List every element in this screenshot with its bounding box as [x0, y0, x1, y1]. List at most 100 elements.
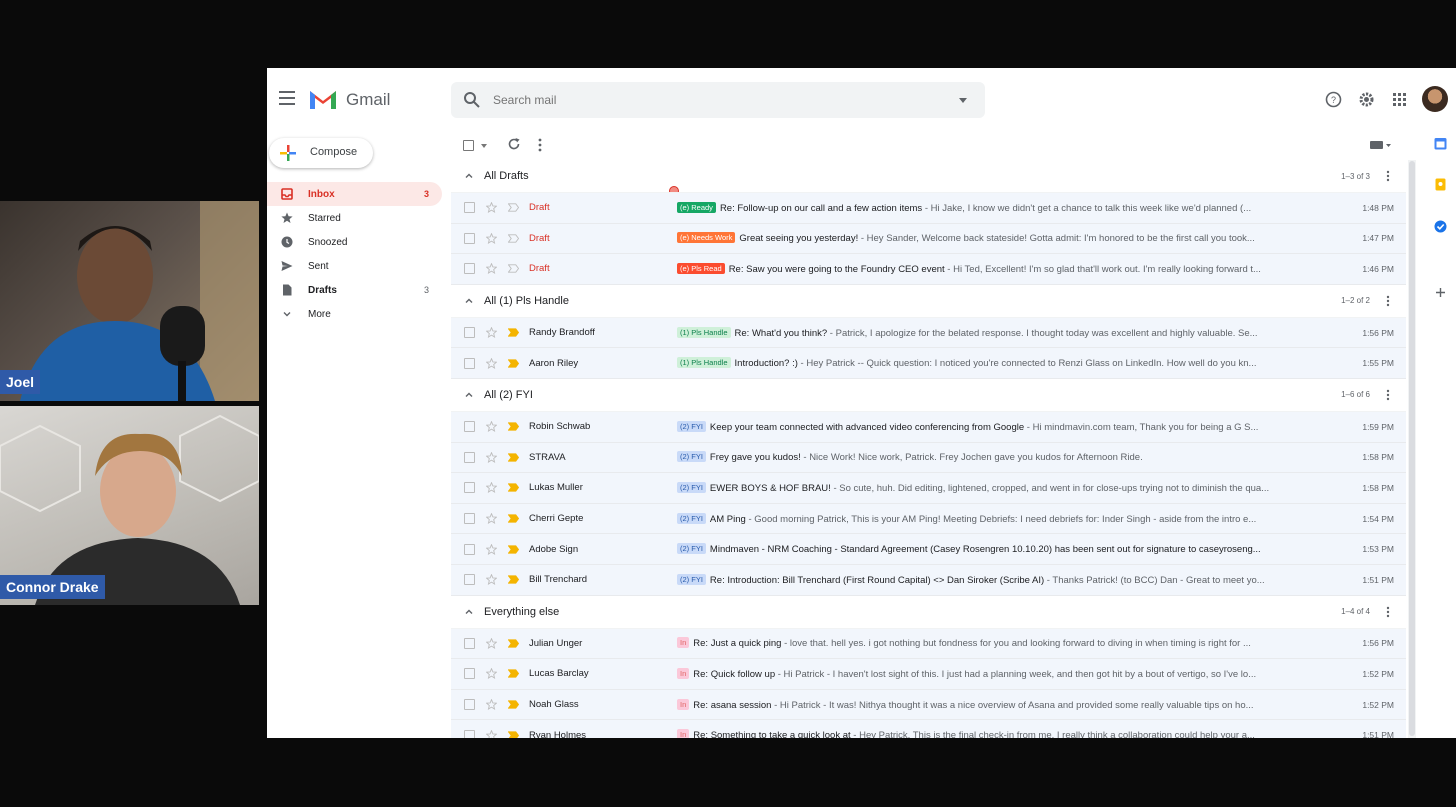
- row-checkbox[interactable]: [464, 729, 475, 738]
- star-icon[interactable]: [486, 513, 497, 524]
- row-checkbox[interactable]: [464, 574, 475, 586]
- row-checkbox[interactable]: [464, 543, 475, 555]
- section-header[interactable]: Everything else 1–4 of 4: [451, 596, 1406, 629]
- mail-row[interactable]: Ryan Holmes In Re: Something to take a qui…: [451, 720, 1406, 738]
- row-checkbox[interactable]: [464, 482, 475, 494]
- row-checkbox[interactable]: [464, 513, 475, 525]
- more-vert-icon[interactable]: [538, 138, 542, 152]
- keep-icon[interactable]: [1434, 178, 1447, 191]
- sidebar-item-inbox[interactable]: Inbox 3: [267, 182, 442, 206]
- sidebar-item-more[interactable]: More: [267, 302, 442, 326]
- label-badge[interactable]: (2) FYI: [677, 420, 706, 432]
- row-checkbox[interactable]: [464, 668, 475, 680]
- section-header[interactable]: All (2) FYI 1–6 of 6: [451, 379, 1406, 412]
- mail-row[interactable]: Draft (e) Pls Read Re: Saw you were going …: [451, 254, 1406, 285]
- row-checkbox[interactable]: [464, 699, 475, 711]
- mail-row[interactable]: Robin Schwab (2) FYI Keep your team connec…: [451, 411, 1406, 443]
- label-badge[interactable]: In: [677, 667, 690, 679]
- label-badge[interactable]: (2) FYI: [677, 481, 706, 493]
- importance-marker-icon[interactable]: [508, 700, 519, 709]
- importance-marker-icon[interactable]: [508, 483, 519, 493]
- label-badge[interactable]: (1) Pls Handle: [677, 326, 731, 338]
- label-badge[interactable]: (2) FYI: [677, 543, 706, 555]
- add-addon-icon[interactable]: [1434, 286, 1447, 299]
- mail-row[interactable]: Aaron Riley (1) Pls Handle Introduction? :…: [451, 348, 1406, 379]
- star-icon[interactable]: [486, 668, 497, 680]
- tasks-icon[interactable]: [1434, 220, 1447, 233]
- compose-button[interactable]: Compose: [269, 138, 373, 168]
- section-header[interactable]: All Drafts 1–3 of 3: [451, 160, 1406, 193]
- importance-marker-icon[interactable]: [508, 514, 519, 523]
- more-vert-icon[interactable]: [1386, 606, 1390, 618]
- mail-row[interactable]: Bill Trenchard (2) FYI Re: Introduction: B…: [451, 564, 1406, 596]
- importance-marker-icon[interactable]: [508, 639, 519, 648]
- importance-marker-icon[interactable]: [508, 359, 519, 368]
- importance-marker-icon[interactable]: [508, 234, 519, 243]
- row-checkbox[interactable]: [464, 327, 475, 339]
- sidebar-item-sent[interactable]: Sent: [267, 254, 442, 278]
- chevron-up-icon[interactable]: [464, 390, 474, 400]
- star-icon[interactable]: [486, 729, 497, 738]
- label-badge[interactable]: (2) FYI: [677, 512, 706, 524]
- importance-marker-icon[interactable]: [508, 730, 519, 738]
- star-icon[interactable]: [486, 574, 497, 586]
- star-icon[interactable]: [486, 482, 497, 494]
- star-icon[interactable]: [486, 263, 497, 275]
- importance-marker-icon[interactable]: [508, 422, 519, 431]
- row-checkbox[interactable]: [464, 202, 475, 214]
- row-checkbox[interactable]: [464, 263, 475, 275]
- label-badge[interactable]: (e) Needs Work: [677, 232, 736, 244]
- help-icon[interactable]: ?: [1325, 91, 1342, 108]
- row-checkbox[interactable]: [464, 232, 475, 244]
- gmail-logo-icon[interactable]: [309, 88, 337, 110]
- label-badge[interactable]: (1) Pls Handle: [677, 357, 731, 369]
- calendar-icon[interactable]: [1434, 137, 1447, 150]
- input-tools-icon[interactable]: [1370, 140, 1392, 150]
- importance-marker-icon[interactable]: [508, 545, 519, 554]
- star-icon[interactable]: [486, 637, 497, 649]
- star-icon[interactable]: [486, 232, 497, 244]
- sidebar-item-drafts[interactable]: Drafts 3: [267, 278, 442, 302]
- more-vert-icon[interactable]: [1386, 389, 1390, 401]
- row-checkbox[interactable]: [464, 357, 475, 369]
- mail-row[interactable]: Lucas Barclay In Re: Quick follow up - Hi …: [451, 659, 1406, 690]
- mail-row[interactable]: Draft (e) Needs Work Great seeing you yest…: [451, 223, 1406, 255]
- importance-marker-icon[interactable]: [508, 203, 519, 212]
- more-vert-icon[interactable]: [1386, 295, 1390, 307]
- label-badge[interactable]: In: [677, 698, 690, 710]
- star-icon[interactable]: [486, 451, 497, 463]
- importance-marker-icon[interactable]: [508, 328, 519, 337]
- label-badge[interactable]: (e) Ready: [677, 201, 716, 213]
- star-icon[interactable]: [486, 421, 497, 433]
- mail-row[interactable]: Julian Unger In Re: Just a quick ping - lo…: [451, 628, 1406, 660]
- chevron-up-icon[interactable]: [464, 296, 474, 306]
- sidebar-item-starred[interactable]: Starred: [267, 206, 442, 230]
- search-options-icon[interactable]: [959, 98, 967, 103]
- settings-gear-icon[interactable]: [1358, 91, 1375, 108]
- apps-grid-icon[interactable]: [1391, 91, 1408, 108]
- star-icon[interactable]: [486, 357, 497, 369]
- importance-marker-icon[interactable]: [508, 575, 519, 584]
- more-vert-icon[interactable]: [1386, 170, 1390, 182]
- sidebar-item-snoozed[interactable]: Snoozed: [267, 230, 442, 254]
- label-badge[interactable]: In: [677, 729, 690, 738]
- refresh-icon[interactable]: [507, 137, 521, 151]
- row-checkbox[interactable]: [464, 637, 475, 649]
- search-bar[interactable]: [451, 82, 985, 118]
- star-icon[interactable]: [486, 327, 497, 339]
- importance-marker-icon[interactable]: [508, 669, 519, 679]
- mail-row[interactable]: Draft (e) Ready Re: Follow-up on our call …: [451, 193, 1406, 224]
- search-input[interactable]: [491, 92, 915, 108]
- scrollbar-thumb[interactable]: [1409, 161, 1415, 736]
- label-badge[interactable]: (e) Pls Read: [677, 262, 725, 274]
- mail-row[interactable]: Cherri Gepte (2) FYI AM Ping - Good mornin…: [451, 503, 1406, 535]
- account-avatar[interactable]: [1422, 86, 1448, 112]
- search-icon[interactable]: [463, 91, 481, 109]
- mail-row[interactable]: Randy Brandoff (1) Pls Handle Re: What'd y…: [451, 317, 1406, 349]
- label-badge[interactable]: In: [677, 637, 690, 649]
- section-header[interactable]: All (1) Pls Handle 1–2 of 2: [451, 285, 1406, 318]
- star-icon[interactable]: [486, 543, 497, 555]
- label-badge[interactable]: (2) FYI: [677, 573, 706, 585]
- main-menu-icon[interactable]: [279, 91, 295, 105]
- mail-row[interactable]: Adobe Sign (2) FYI Mindmaven - NRM Coachin…: [451, 534, 1406, 565]
